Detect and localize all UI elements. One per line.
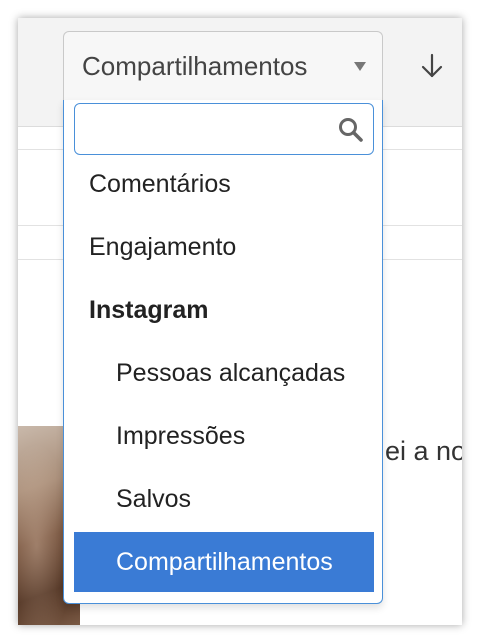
- caret-down-icon: [354, 62, 366, 71]
- option-impressoes[interactable]: Impressões: [74, 406, 374, 466]
- search-input[interactable]: [83, 112, 327, 148]
- option-salvos[interactable]: Salvos: [74, 469, 374, 529]
- select-value: Compartilhamentos: [82, 51, 308, 81]
- post-caption-text: ei a no: [385, 436, 462, 466]
- search-field[interactable]: [74, 103, 374, 155]
- search-icon: [339, 118, 363, 142]
- option-pessoas-alcancadas[interactable]: Pessoas alcançadas: [74, 343, 374, 403]
- metric-select[interactable]: Compartilhamentos: [63, 31, 383, 101]
- option-engajamento[interactable]: Engajamento: [74, 217, 374, 277]
- option-compartilhamentos[interactable]: Compartilhamentos: [74, 532, 374, 592]
- option-comentarios[interactable]: Comentários: [74, 154, 374, 214]
- select-dropdown: Comentários Engajamento Instagram Pessoa…: [63, 100, 383, 604]
- arrow-down-icon[interactable]: [418, 52, 446, 80]
- option-group-instagram: Instagram: [89, 296, 209, 324]
